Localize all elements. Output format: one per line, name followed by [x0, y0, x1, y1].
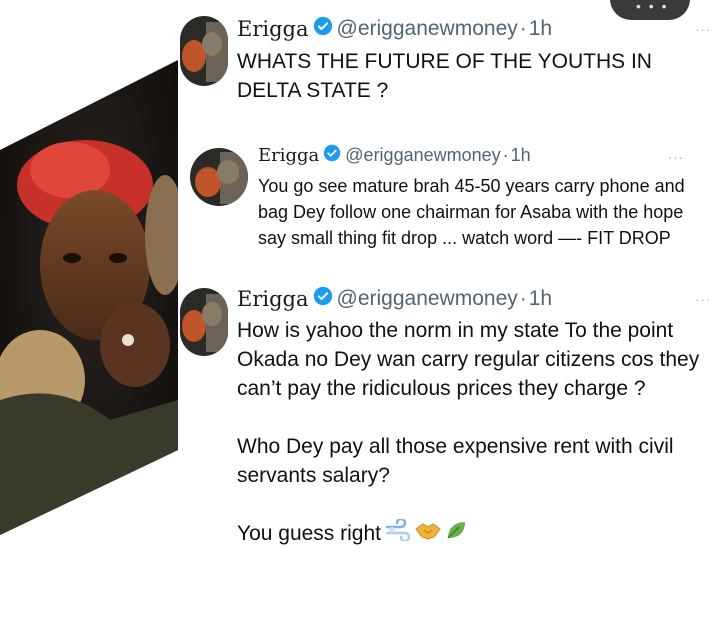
tweet-header: Erigga @erigganewmoney · 1h [237, 16, 552, 42]
leaf-emoji-icon [445, 519, 467, 549]
more-options-icon[interactable]: ··· [695, 22, 711, 37]
dash-emoji-icon [385, 518, 411, 549]
tweet-paragraph: Who Dey pay all those expensive rent wit… [237, 435, 674, 487]
tweet-paragraph: How is yahoo the norm in my state To the… [237, 319, 700, 400]
author-handle[interactable]: @erigganewmoney [345, 145, 500, 166]
avatar[interactable] [180, 288, 228, 356]
timestamp[interactable]: 1h [529, 17, 552, 41]
tweet-paragraph: You go see mature brah 45-50 years carry… [258, 176, 685, 248]
tweet-paragraph: WHATS THE FUTURE OF THE YOUTHS IN DELTA … [237, 50, 652, 102]
tweet-text: How is yahoo the norm in my state To the… [237, 316, 717, 549]
tweet-text: You go see mature brah 45-50 years carry… [258, 173, 698, 251]
tweet-paragraph: You guess right [237, 522, 381, 545]
timestamp[interactable]: 1h [511, 145, 531, 166]
overlay-pill[interactable]: • • • [610, 0, 690, 20]
separator: · [519, 17, 527, 40]
tweet-header: Erigga @erigganewmoney · 1h [237, 286, 552, 312]
more-options-icon[interactable]: ··· [668, 150, 684, 165]
author-name[interactable]: Erigga [237, 17, 309, 41]
verified-badge-icon [323, 144, 341, 167]
tweet-last-line: You guess right [237, 518, 717, 549]
verified-badge-icon [313, 286, 333, 312]
timestamp[interactable]: 1h [529, 287, 552, 311]
tweet-text: WHATS THE FUTURE OF THE YOUTHS IN DELTA … [237, 47, 707, 105]
more-icon: • • • [636, 0, 669, 14]
avatar[interactable] [190, 148, 248, 206]
more-options-icon[interactable]: ··· [695, 292, 711, 307]
separator: · [502, 145, 509, 165]
author-name[interactable]: Erigga [237, 287, 309, 311]
handshake-emoji-icon [415, 520, 441, 549]
separator: · [519, 287, 527, 310]
author-handle[interactable]: @erigganewmoney [337, 17, 518, 41]
avatar[interactable] [180, 16, 228, 86]
portrait-photo [0, 0, 185, 643]
author-name[interactable]: Erigga [258, 145, 319, 166]
tweet-header: Erigga @erigganewmoney · 1h [258, 144, 531, 167]
verified-badge-icon [313, 16, 333, 42]
author-handle[interactable]: @erigganewmoney [337, 287, 518, 311]
